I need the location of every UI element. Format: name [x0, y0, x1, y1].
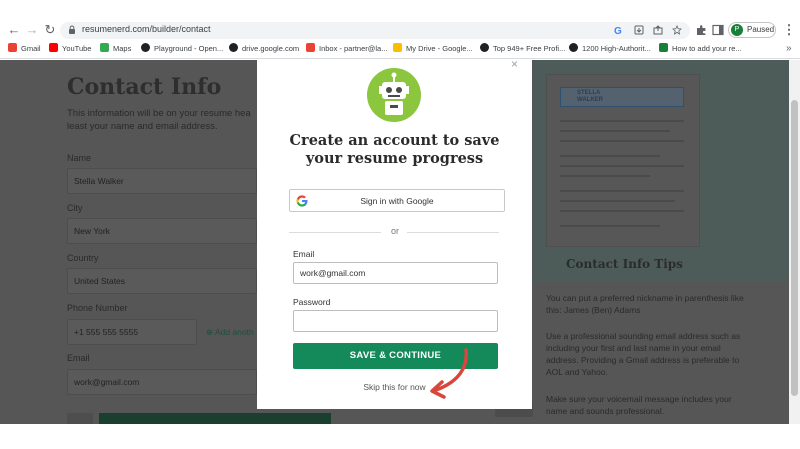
bolt-icon — [659, 43, 668, 52]
country-field[interactable]: United States — [67, 268, 257, 294]
phone-field[interactable]: +1 555 555 5555 — [67, 319, 197, 345]
tip-1: You can put a preferred nickname in pare… — [546, 293, 744, 315]
lock-icon — [69, 25, 75, 34]
menu-icon[interactable]: ⋮ — [781, 22, 797, 38]
gmail-icon — [306, 43, 315, 52]
email-label: Email — [293, 249, 315, 259]
bookmark-top-free-profiles[interactable]: Top 949+ Free Profi... — [480, 43, 565, 55]
gmail-icon — [8, 43, 17, 52]
bookmark-inbox[interactable]: Inbox - partner@la... — [306, 43, 387, 55]
google-signin-label: Sign in with Google — [360, 196, 434, 206]
bookmark-high-authority[interactable]: 1200 High-Authorit... — [569, 43, 651, 55]
resume-preview[interactable]: STELLA WALKER — [546, 74, 700, 247]
address-bar[interactable]: resumenerd.com/builder/contact G — [60, 22, 690, 39]
tip-3: Make sure your voicemail message include… — [546, 394, 732, 416]
tips-title: Contact Info Tips — [566, 257, 683, 271]
signup-modal: × Create an account to save your resume … — [257, 57, 532, 409]
maps-icon — [100, 43, 109, 52]
add-phone-link[interactable]: ⊕ Add anoth — [206, 327, 254, 338]
share-icon[interactable] — [653, 25, 663, 35]
annotation-arrow-icon — [430, 348, 468, 399]
password-input[interactable] — [293, 310, 498, 332]
back-button[interactable] — [67, 413, 93, 424]
divider-left — [289, 232, 381, 233]
youtube-icon — [49, 43, 58, 52]
skip-link[interactable]: Skip this for now — [257, 382, 532, 392]
modal-title: Create an account to save your resume pr… — [289, 132, 500, 167]
city-label: City — [67, 203, 83, 213]
bookmark-star-icon[interactable] — [672, 25, 682, 35]
avatar: P — [731, 24, 743, 36]
bookmark-how-to-add[interactable]: How to add your re... — [659, 43, 742, 55]
back-icon[interactable]: ← — [6, 22, 22, 38]
bookmark-maps[interactable]: Maps — [100, 43, 131, 55]
next-button[interactable] — [99, 413, 331, 424]
page-subtitle: This information will be on your resume … — [67, 108, 251, 132]
page-title: Contact Info — [67, 74, 222, 100]
globe-icon — [229, 43, 238, 52]
close-icon[interactable]: × — [511, 57, 518, 71]
phone-label: Phone Number — [67, 303, 128, 313]
bookmark-my-drive[interactable]: My Drive - Google... — [393, 43, 473, 55]
city-field[interactable]: New York — [67, 218, 257, 244]
forward-icon[interactable]: → — [24, 22, 40, 38]
google-drive-icon — [393, 43, 402, 52]
email-label: Email — [67, 353, 90, 363]
name-label: Name — [67, 153, 92, 163]
google-g-icon[interactable]: G — [613, 25, 623, 35]
globe-icon — [569, 43, 578, 52]
preview-name-box: STELLA WALKER — [560, 87, 684, 107]
svg-text:G: G — [614, 26, 622, 35]
robot-logo-icon — [367, 68, 421, 122]
email-input[interactable] — [293, 262, 498, 284]
scrollbar-thumb[interactable] — [791, 100, 798, 396]
or-text: or — [390, 226, 399, 236]
password-label: Password — [293, 297, 331, 307]
openai-icon — [141, 43, 150, 52]
profile-button[interactable]: P Paused — [728, 22, 776, 38]
tip-2: Use a professional sounding email addres… — [546, 331, 741, 377]
install-icon[interactable] — [634, 25, 644, 35]
bookmark-gmail[interactable]: Gmail — [8, 43, 41, 55]
extensions-icon[interactable] — [695, 24, 707, 36]
google-signin-button[interactable]: Sign in with Google — [289, 189, 505, 212]
email-field[interactable]: work@gmail.com — [67, 369, 257, 395]
url-text: resumenerd.com/builder/contact — [82, 24, 211, 34]
more-bookmarks-icon[interactable]: » — [786, 43, 792, 54]
reload-icon[interactable]: ↻ — [42, 22, 58, 38]
browser-toolbar: ← → ↻ resumenerd.com/builder/contact G P… — [0, 0, 800, 40]
bookmark-youtube[interactable]: YouTube — [49, 43, 91, 55]
divider-right — [407, 232, 499, 233]
bookmark-site-icon — [480, 43, 489, 52]
name-field[interactable]: Stella Walker — [67, 168, 257, 194]
side-panel-icon[interactable] — [712, 24, 724, 36]
bookmark-playground[interactable]: Playground - Open... — [141, 43, 223, 55]
bookmarks-bar: Gmail YouTube Maps Playground - Open... … — [0, 40, 800, 59]
country-label: Country — [67, 253, 99, 263]
bookmark-drive[interactable]: drive.google.com — [229, 43, 299, 55]
profile-status: Paused — [747, 25, 775, 34]
